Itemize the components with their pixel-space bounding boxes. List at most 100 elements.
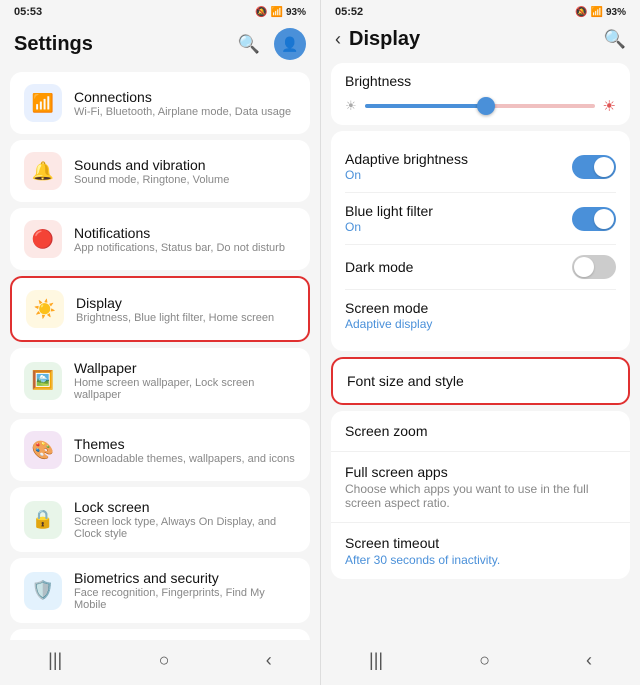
adaptive-brightness-status: On — [345, 168, 468, 182]
adaptive-brightness-thumb — [594, 157, 614, 177]
lockscreen-label: Lock screen — [74, 499, 296, 515]
settings-item-privacy[interactable]: 🛡️ Privacy Permission manager — [10, 629, 310, 640]
left-status-bar: 05:53 🔕 📶 93% — [0, 0, 320, 22]
screen-mode-row[interactable]: Screen mode Adaptive display — [345, 289, 616, 341]
brightness-slider[interactable] — [365, 104, 595, 108]
settings-item-connections[interactable]: 📶 Connections Wi-Fi, Bluetooth, Airplane… — [10, 72, 310, 134]
settings-item-wallpaper[interactable]: 🖼️ Wallpaper Home screen wallpaper, Lock… — [10, 348, 310, 413]
adaptive-brightness-row[interactable]: Adaptive brightness On — [345, 141, 616, 192]
lockscreen-icon: 🔒 — [24, 501, 62, 539]
settings-item-lockscreen[interactable]: 🔒 Lock screen Screen lock type, Always O… — [10, 487, 310, 552]
left-page-title: Settings — [14, 33, 93, 56]
dark-mode-thumb — [574, 257, 594, 277]
left-signal-icon: 📶 — [271, 7, 283, 18]
full-screen-apps-sublabel: Choose which apps you want to use in the… — [345, 482, 616, 510]
brightness-high-icon: ☀ — [603, 97, 616, 115]
sounds-label: Sounds and vibration — [74, 157, 229, 173]
right-status-bar: 05:52 🔕 📶 93% — [321, 0, 640, 22]
screen-mode-sublabel: Adaptive display — [345, 317, 432, 331]
right-time: 05:52 — [335, 6, 363, 18]
left-battery-icon: 🔕 — [255, 7, 267, 18]
back-button[interactable]: ‹ — [335, 29, 341, 50]
right-bottom-nav: ||| ○ ‹ — [321, 640, 640, 685]
settings-list: 📶 Connections Wi-Fi, Bluetooth, Airplane… — [0, 68, 320, 640]
full-screen-apps-label: Full screen apps — [345, 464, 616, 480]
font-size-label: Font size and style — [347, 369, 614, 393]
brightness-label: Brightness — [345, 73, 616, 89]
display-search-icon[interactable]: 🔍 — [604, 29, 626, 50]
brightness-row[interactable]: ☀ ☀ — [345, 97, 616, 115]
connections-subtitle: Wi-Fi, Bluetooth, Airplane mode, Data us… — [74, 106, 291, 118]
right-battery-pct: 93% — [606, 7, 626, 18]
display-top-bar: ‹ Display 🔍 — [321, 22, 640, 59]
settings-item-sounds[interactable]: 🔔 Sounds and vibration Sound mode, Ringt… — [10, 140, 310, 202]
left-nav-back[interactable]: ‹ — [266, 650, 272, 671]
blue-light-thumb — [594, 209, 614, 229]
left-status-icons: 🔕 📶 93% — [255, 7, 306, 18]
right-panel: 05:52 🔕 📶 93% ‹ Display 🔍 Brightness ☀ ☀ — [320, 0, 640, 685]
themes-icon: 🎨 — [24, 431, 62, 469]
left-panel: 05:53 🔕 📶 93% Settings 🔍 👤 📶 Connections… — [0, 0, 320, 685]
brightness-low-icon: ☀ — [345, 98, 357, 114]
adaptive-brightness-toggle[interactable] — [572, 155, 616, 179]
settings-item-display[interactable]: ☀️ Display Brightness, Blue light filter… — [10, 276, 310, 342]
left-nav-home[interactable]: ○ — [159, 650, 170, 671]
display-content: Brightness ☀ ☀ Adaptive brightness On — [321, 59, 640, 640]
right-nav-home[interactable]: ○ — [479, 650, 490, 671]
wallpaper-label: Wallpaper — [74, 360, 296, 376]
settings-item-themes[interactable]: 🎨 Themes Downloadable themes, wallpapers… — [10, 419, 310, 481]
screen-timeout-label: Screen timeout — [345, 535, 616, 551]
blue-light-row[interactable]: Blue light filter On — [345, 192, 616, 244]
sounds-icon: 🔔 — [24, 152, 62, 190]
screen-zoom-label: Screen zoom — [345, 423, 616, 439]
right-signal-icon: 📶 — [591, 7, 603, 18]
screen-mode-label: Screen mode — [345, 300, 432, 316]
dark-mode-row[interactable]: Dark mode — [345, 244, 616, 289]
left-bottom-nav: ||| ○ ‹ — [0, 640, 320, 685]
themes-subtitle: Downloadable themes, wallpapers, and ico… — [74, 453, 295, 465]
themes-label: Themes — [74, 436, 295, 452]
left-nav-recent[interactable]: ||| — [48, 650, 62, 671]
screen-zoom-row[interactable]: Screen zoom — [331, 411, 630, 452]
left-time: 05:53 — [14, 6, 42, 18]
screen-timeout-sublabel: After 30 seconds of inactivity. — [345, 553, 616, 567]
avatar[interactable]: 👤 — [274, 28, 306, 60]
settings-item-biometrics[interactable]: 🛡️ Biometrics and security Face recognit… — [10, 558, 310, 623]
biometrics-icon: 🛡️ — [24, 572, 62, 610]
biometrics-label: Biometrics and security — [74, 570, 296, 586]
search-icon[interactable]: 🔍 — [238, 34, 260, 55]
right-battery-icon: 🔕 — [575, 7, 587, 18]
right-status-icons: 🔕 📶 93% — [575, 7, 626, 18]
font-size-card[interactable]: Font size and style — [331, 357, 630, 405]
wallpaper-icon: 🖼️ — [24, 362, 62, 400]
blue-light-label: Blue light filter — [345, 203, 433, 219]
lockscreen-subtitle: Screen lock type, Always On Display, and… — [74, 516, 296, 540]
display-label: Display — [76, 295, 274, 311]
adaptive-brightness-label: Adaptive brightness — [345, 151, 468, 167]
full-screen-apps-row[interactable]: Full screen apps Choose which apps you w… — [331, 452, 630, 523]
display-page-title: Display — [349, 28, 604, 51]
left-battery-pct: 93% — [286, 7, 306, 18]
display-subtitle: Brightness, Blue light filter, Home scre… — [76, 312, 274, 324]
notifications-icon: 🔴 — [24, 220, 62, 258]
connections-icon: 📶 — [24, 84, 62, 122]
blue-light-toggle[interactable] — [572, 207, 616, 231]
dark-mode-toggle[interactable] — [572, 255, 616, 279]
settings-item-notifications[interactable]: 🔴 Notifications App notifications, Statu… — [10, 208, 310, 270]
wallpaper-subtitle: Home screen wallpaper, Lock screen wallp… — [74, 377, 296, 401]
left-top-bar: Settings 🔍 👤 — [0, 22, 320, 68]
brightness-thumb[interactable] — [477, 97, 495, 115]
right-nav-recent[interactable]: ||| — [369, 650, 383, 671]
dark-mode-label: Dark mode — [345, 259, 413, 275]
notifications-subtitle: App notifications, Status bar, Do not di… — [74, 242, 285, 254]
notifications-label: Notifications — [74, 225, 285, 241]
connections-label: Connections — [74, 89, 291, 105]
other-settings-card: Screen zoom Full screen apps Choose whic… — [331, 411, 630, 579]
right-nav-back[interactable]: ‹ — [586, 650, 592, 671]
display-icon: ☀️ — [26, 290, 64, 328]
left-top-icons: 🔍 👤 — [238, 28, 306, 60]
blue-light-status: On — [345, 220, 433, 234]
brightness-card: Brightness ☀ ☀ — [331, 63, 630, 125]
screen-timeout-row[interactable]: Screen timeout After 30 seconds of inact… — [331, 523, 630, 579]
sounds-subtitle: Sound mode, Ringtone, Volume — [74, 174, 229, 186]
